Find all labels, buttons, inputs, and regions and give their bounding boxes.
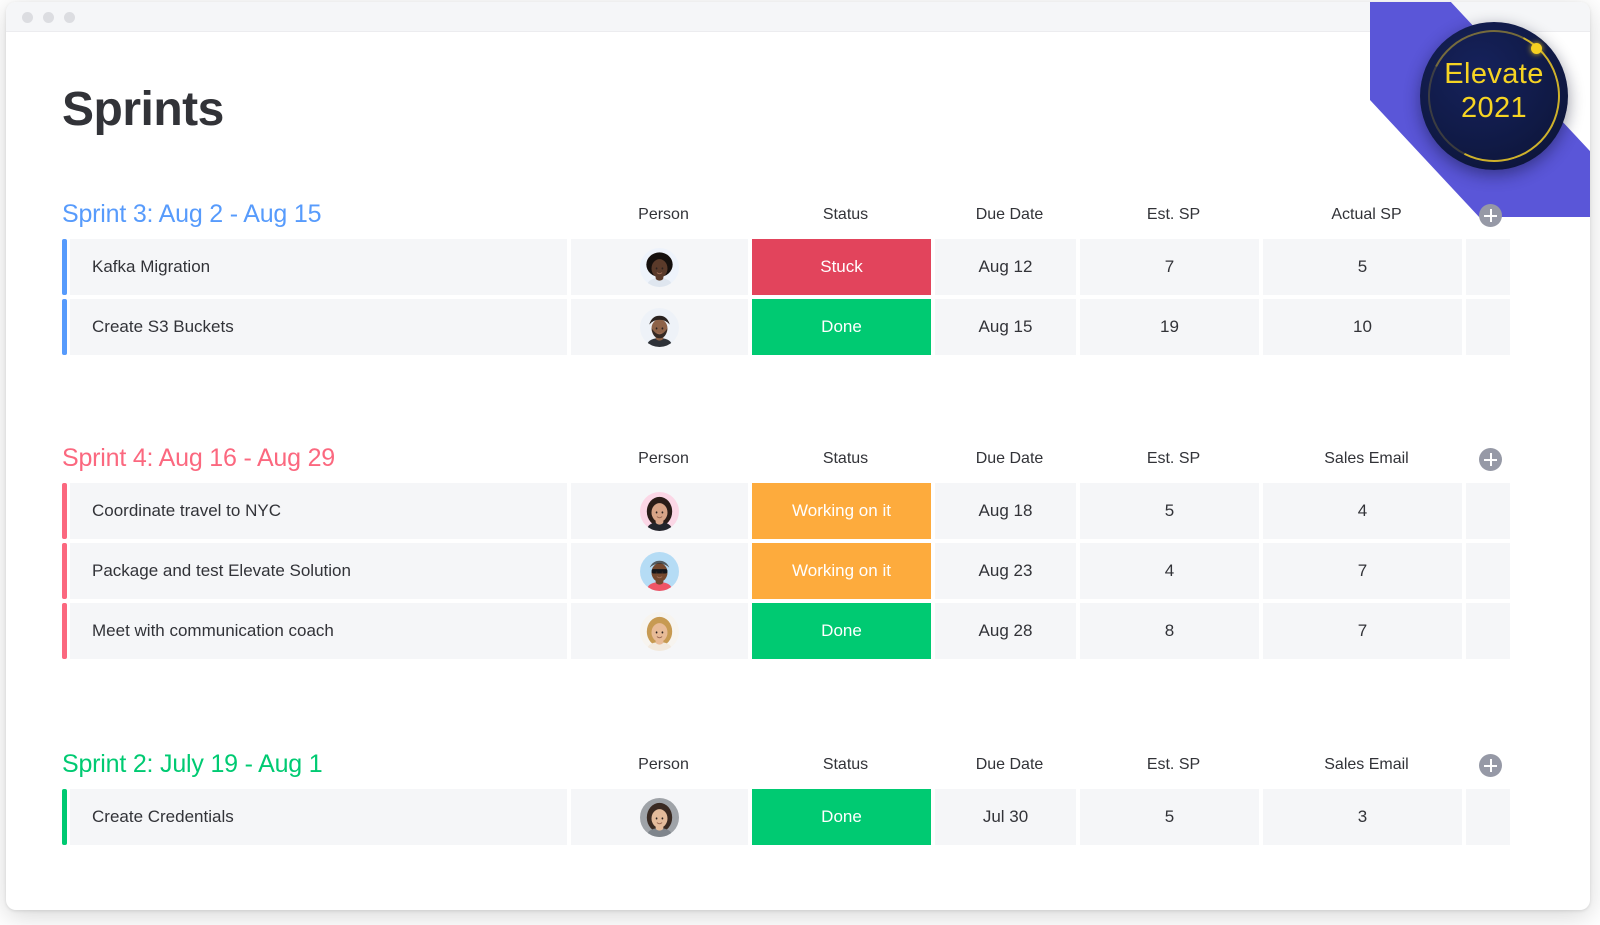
close-icon[interactable] <box>22 12 33 23</box>
window-controls <box>22 12 75 23</box>
column-header-person[interactable]: Person <box>573 756 754 774</box>
sprint-group: Sprint 4: Aug 16 - Aug 29 Person Status Due… <box>62 444 1512 663</box>
add-column-button[interactable] <box>1478 203 1502 227</box>
due-date-cell[interactable]: Aug 18 <box>935 483 1076 539</box>
window-titlebar <box>6 2 1590 32</box>
last-column-cell[interactable]: 7 <box>1263 543 1462 599</box>
table-row[interactable]: Create Credentials Done Jul 30 5 3 <box>62 789 1512 845</box>
due-date-cell[interactable]: Aug 28 <box>935 603 1076 659</box>
column-header-est-sp[interactable]: Est. SP <box>1082 206 1265 224</box>
column-header-due-date[interactable]: Due Date <box>937 206 1082 224</box>
status-badge[interactable]: Working on it <box>752 483 931 539</box>
add-column-button[interactable] <box>1478 447 1502 471</box>
task-name-cell[interactable]: Create Credentials <box>70 789 567 845</box>
sprint-rows: Create Credentials Done Jul 30 5 3 <box>62 789 1512 845</box>
due-date-cell[interactable]: Aug 12 <box>935 239 1076 295</box>
sprint-rows: Kafka Migration Stuck Aug 12 7 5 Create S3 B… <box>62 239 1512 355</box>
column-header-due-date[interactable]: Due Date <box>937 450 1082 468</box>
status-badge[interactable]: Stuck <box>752 239 931 295</box>
row-accent-bar <box>62 603 67 659</box>
est-sp-cell[interactable]: 19 <box>1080 299 1259 355</box>
column-header-est-sp[interactable]: Est. SP <box>1082 450 1265 468</box>
app-window: Elevate 2021 Sprints Sprint 3: Aug 2 - A… <box>6 2 1590 910</box>
avatar-man-sunglasses[interactable] <box>640 551 679 591</box>
avatar-man-beard[interactable] <box>640 307 679 347</box>
due-date-cell[interactable]: Jul 30 <box>935 789 1076 845</box>
est-sp-cell[interactable]: 5 <box>1080 789 1259 845</box>
minimize-icon[interactable] <box>43 12 54 23</box>
row-tail-cell[interactable] <box>1466 299 1510 355</box>
table-row[interactable]: Package and test Elevate Solution Workin… <box>62 543 1512 599</box>
row-accent-bar <box>62 789 67 845</box>
person-cell[interactable] <box>571 603 748 659</box>
task-name-cell[interactable]: Coordinate travel to NYC <box>70 483 567 539</box>
column-header-person[interactable]: Person <box>573 450 754 468</box>
add-column-cell <box>1468 753 1512 777</box>
due-date-cell[interactable]: Aug 23 <box>935 543 1076 599</box>
column-header-status[interactable]: Status <box>754 206 937 224</box>
person-cell[interactable] <box>571 239 748 295</box>
avatar-woman-dark-jacket[interactable] <box>640 491 679 531</box>
task-name-cell[interactable]: Package and test Elevate Solution <box>70 543 567 599</box>
column-header-est-sp[interactable]: Est. SP <box>1082 756 1265 774</box>
avatar-woman-blonde[interactable] <box>640 611 679 651</box>
column-header-row: Person Status Due Date Est. SP Actual SP <box>573 200 1512 230</box>
row-accent-bar <box>62 483 67 539</box>
est-sp-cell[interactable]: 5 <box>1080 483 1259 539</box>
due-date-cell[interactable]: Aug 15 <box>935 299 1076 355</box>
row-tail-cell[interactable] <box>1466 603 1510 659</box>
table-row[interactable]: Kafka Migration Stuck Aug 12 7 5 <box>62 239 1512 295</box>
sprint-rows: Coordinate travel to NYC Working on it Au… <box>62 483 1512 659</box>
est-sp-cell[interactable]: 7 <box>1080 239 1259 295</box>
row-tail-cell[interactable] <box>1466 789 1510 845</box>
table-row[interactable]: Coordinate travel to NYC Working on it Au… <box>62 483 1512 539</box>
row-tail-cell[interactable] <box>1466 483 1510 539</box>
page-content: Sprints Sprint 3: Aug 2 - Aug 15 Person St… <box>6 32 1590 910</box>
est-sp-cell[interactable]: 8 <box>1080 603 1259 659</box>
last-column-cell[interactable]: 3 <box>1263 789 1462 845</box>
row-accent-bar <box>62 299 67 355</box>
person-cell[interactable] <box>571 483 748 539</box>
page-title: Sprints <box>62 83 224 136</box>
person-cell[interactable] <box>571 789 748 845</box>
row-accent-bar <box>62 239 67 295</box>
table-row[interactable]: Meet with communication coach Done Aug 28… <box>62 603 1512 659</box>
column-header-status[interactable]: Status <box>754 756 937 774</box>
last-column-cell[interactable]: 10 <box>1263 299 1462 355</box>
column-header-sales-email[interactable]: Sales Email <box>1265 450 1468 468</box>
task-name-cell[interactable]: Meet with communication coach <box>70 603 567 659</box>
column-header-actual-sp[interactable]: Actual SP <box>1265 206 1468 224</box>
status-badge[interactable]: Done <box>752 789 931 845</box>
column-header-sales-email[interactable]: Sales Email <box>1265 756 1468 774</box>
sprint-group: Sprint 2: July 19 - Aug 1 Person Status Due… <box>62 750 1512 849</box>
status-badge[interactable]: Done <box>752 603 931 659</box>
column-header-status[interactable]: Status <box>754 450 937 468</box>
task-name-cell[interactable]: Kafka Migration <box>70 239 567 295</box>
add-column-cell <box>1468 447 1512 471</box>
person-cell[interactable] <box>571 299 748 355</box>
est-sp-cell[interactable]: 4 <box>1080 543 1259 599</box>
last-column-cell[interactable]: 7 <box>1263 603 1462 659</box>
sprint-group: Sprint 3: Aug 2 - Aug 15 Person Status Due … <box>62 200 1512 359</box>
row-tail-cell[interactable] <box>1466 239 1510 295</box>
task-name-cell[interactable]: Create S3 Buckets <box>70 299 567 355</box>
status-badge[interactable]: Done <box>752 299 931 355</box>
avatar-woman-dark-hair[interactable] <box>640 247 679 287</box>
maximize-icon[interactable] <box>64 12 75 23</box>
column-header-row: Person Status Due Date Est. SP Sales Email <box>573 444 1512 474</box>
last-column-cell[interactable]: 4 <box>1263 483 1462 539</box>
last-column-cell[interactable]: 5 <box>1263 239 1462 295</box>
table-row[interactable]: Create S3 Buckets Done Aug 15 19 10 <box>62 299 1512 355</box>
row-accent-bar <box>62 543 67 599</box>
column-header-person[interactable]: Person <box>573 206 754 224</box>
person-cell[interactable] <box>571 543 748 599</box>
avatar-woman-smiling[interactable] <box>640 797 679 837</box>
add-column-button[interactable] <box>1478 753 1502 777</box>
status-badge[interactable]: Working on it <box>752 543 931 599</box>
column-header-row: Person Status Due Date Est. SP Sales Email <box>573 750 1512 780</box>
column-header-due-date[interactable]: Due Date <box>937 756 1082 774</box>
add-column-cell <box>1468 203 1512 227</box>
row-tail-cell[interactable] <box>1466 543 1510 599</box>
